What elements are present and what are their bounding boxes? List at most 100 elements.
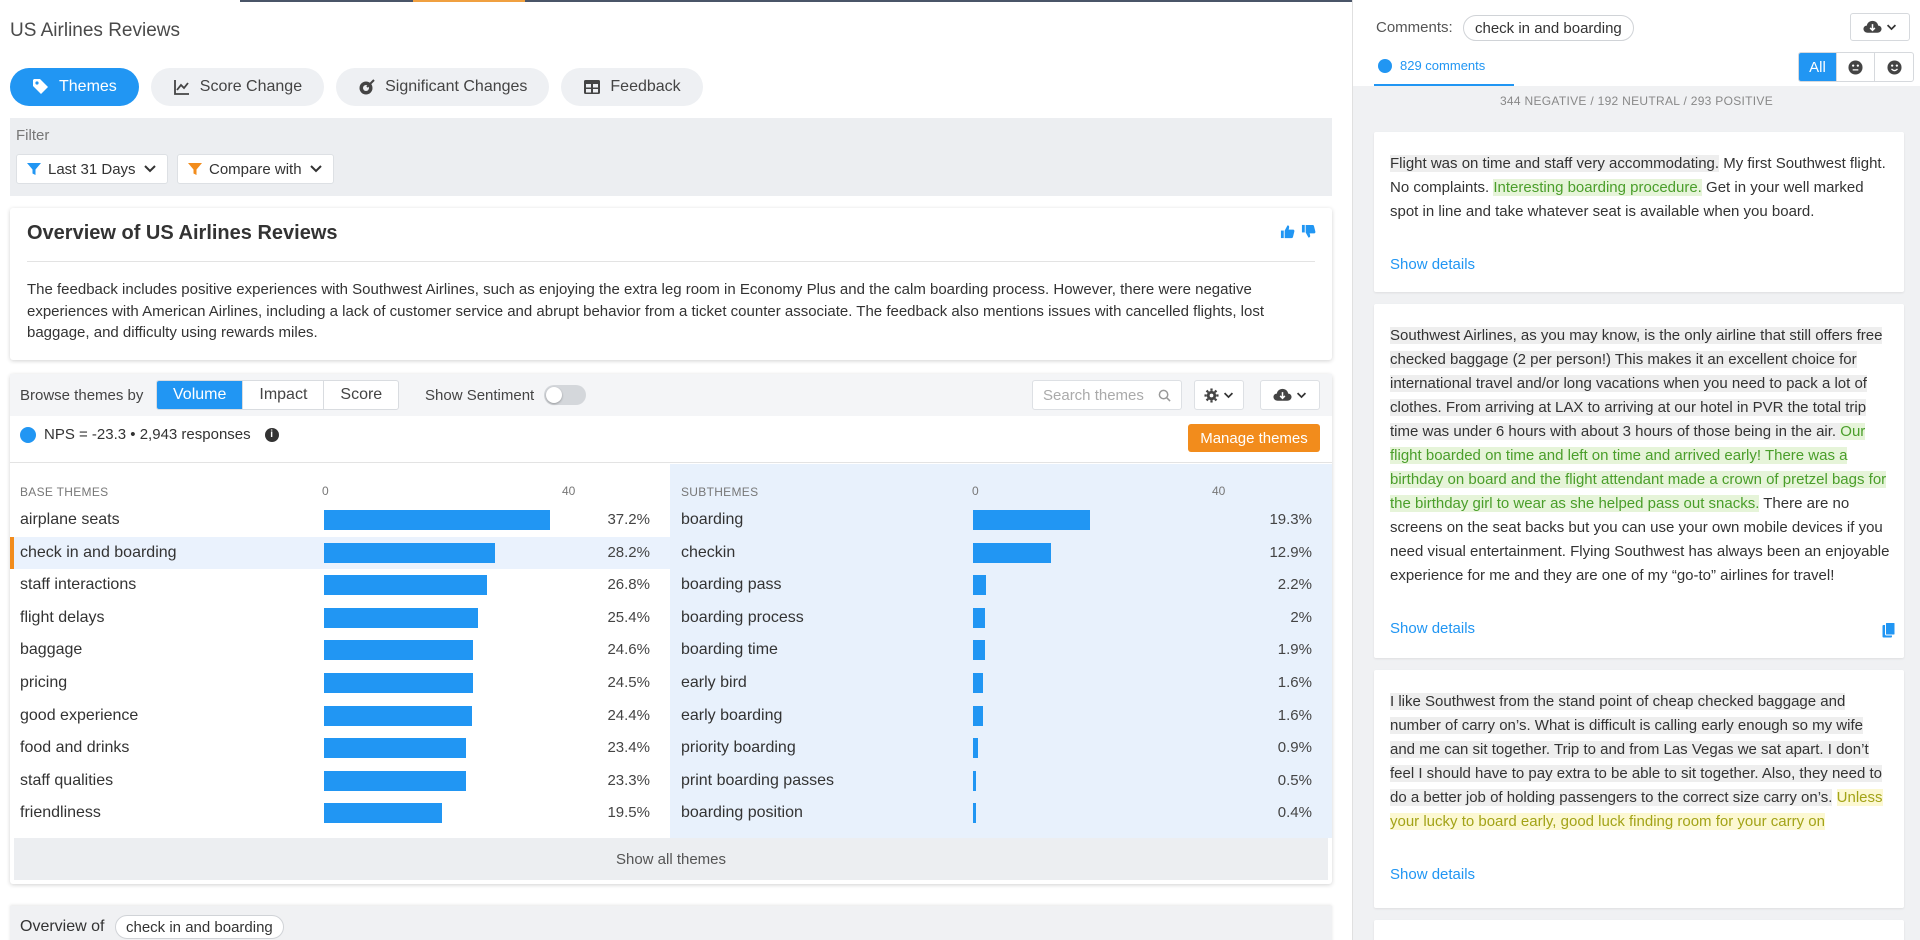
mode-score[interactable]: Score bbox=[324, 381, 398, 409]
theme-row[interactable]: checkin 12.9% bbox=[670, 537, 1332, 569]
manage-themes-button[interactable]: Manage themes bbox=[1188, 424, 1320, 452]
filter-positive[interactable] bbox=[1875, 53, 1913, 81]
show-details-link[interactable]: Show details bbox=[1390, 620, 1475, 637]
theme-percentage: 25.4% bbox=[607, 608, 650, 626]
axis-tick-0: 0 bbox=[972, 484, 979, 498]
chevron-down-icon bbox=[1886, 24, 1897, 30]
table-icon bbox=[584, 80, 601, 94]
thumbs-up-icon[interactable] bbox=[1280, 224, 1295, 239]
theme-row[interactable]: baggage 24.6% bbox=[10, 634, 670, 666]
theme-row[interactable]: flight delays 25.4% bbox=[10, 602, 670, 634]
copy-icon[interactable] bbox=[1882, 622, 1896, 638]
count-dot bbox=[1378, 58, 1392, 73]
comment-segment-neutral: Flight was on time and staff very accomm… bbox=[1390, 155, 1720, 172]
compare-dropdown[interactable]: Compare with bbox=[177, 154, 334, 184]
app-title: US Airlines Reviews bbox=[10, 20, 180, 41]
theme-row[interactable]: boarding time 1.9% bbox=[670, 634, 1332, 666]
comment-segment-neutral: Southwest Airlines, as you may know, is … bbox=[1390, 327, 1883, 440]
theme-row[interactable]: check in and boarding 28.2% bbox=[10, 536, 670, 569]
filter-neutral[interactable] bbox=[1837, 53, 1875, 81]
theme-row[interactable]: boarding pass 2.2% bbox=[670, 569, 1332, 601]
tab-label: Feedback bbox=[610, 78, 681, 95]
tab-score-change[interactable]: Score Change bbox=[150, 68, 325, 106]
theme-row[interactable]: priority boarding 0.9% bbox=[670, 732, 1332, 764]
overview-summary: The feedback includes positive experienc… bbox=[27, 281, 1265, 341]
theme-bar bbox=[324, 705, 473, 726]
theme-row[interactable]: staff qualities 23.3% bbox=[10, 765, 670, 797]
line-chart-icon bbox=[173, 80, 189, 95]
comments-export-dropdown[interactable] bbox=[1850, 13, 1910, 41]
date-range-value: Last 31 Days bbox=[48, 160, 136, 178]
theme-percentage: 19.3% bbox=[1269, 511, 1312, 528]
gear-icon bbox=[1204, 387, 1219, 403]
tab-significant-changes[interactable]: Significant Changes bbox=[336, 68, 550, 106]
search-themes-input[interactable] bbox=[1043, 386, 1153, 404]
base-themes-header: BASE THEMES bbox=[20, 485, 109, 499]
theme-row[interactable]: print boarding passes 0.5% bbox=[670, 765, 1332, 797]
theme-row[interactable]: friendliness 19.5% bbox=[10, 797, 670, 829]
overview-card: Overview of US Airlines Reviews The feed… bbox=[10, 208, 1332, 360]
theme-overview-chip: check in and boarding bbox=[115, 915, 284, 939]
show-all-themes-button[interactable]: Show all themes bbox=[14, 838, 1328, 880]
theme-label: boarding bbox=[681, 511, 744, 528]
theme-row[interactable]: staff interactions 26.8% bbox=[10, 569, 670, 601]
nps-dot bbox=[20, 426, 36, 443]
mode-volume[interactable]: Volume bbox=[157, 381, 244, 409]
main-pane: US Airlines Reviews Themes Score Change … bbox=[0, 0, 1352, 940]
theme-percentage: 2.2% bbox=[1277, 576, 1312, 594]
theme-bar bbox=[973, 705, 983, 726]
show-details-link[interactable]: Show details bbox=[1390, 256, 1475, 273]
theme-row[interactable]: early boarding 1.6% bbox=[670, 700, 1332, 732]
theme-bar bbox=[973, 803, 976, 824]
theme-label: checkin bbox=[681, 543, 736, 561]
theme-overview-card: Overview of check in and boarding bbox=[10, 906, 1332, 940]
tag-icon bbox=[33, 79, 48, 94]
theme-row[interactable]: food and drinks 23.4% bbox=[10, 732, 670, 764]
date-range-dropdown[interactable]: Last 31 Days bbox=[16, 154, 168, 184]
info-icon[interactable]: i bbox=[264, 427, 279, 442]
theme-row[interactable]: boarding process 2% bbox=[670, 602, 1332, 634]
theme-label: friendliness bbox=[20, 804, 101, 822]
comments-theme-chip[interactable]: check in and boarding bbox=[1463, 15, 1634, 41]
theme-bar bbox=[973, 640, 985, 661]
filter-all[interactable]: All bbox=[1799, 53, 1837, 81]
theme-bar bbox=[324, 607, 479, 628]
comment-text: Flight was on time and staff very accomm… bbox=[1390, 152, 1890, 224]
browse-label: Browse themes by bbox=[20, 387, 144, 404]
theme-row[interactable]: early bird 1.6% bbox=[670, 667, 1332, 699]
show-sentiment-toggle[interactable] bbox=[544, 385, 586, 405]
theme-percentage: 12.9% bbox=[1269, 543, 1312, 561]
theme-percentage: 24.5% bbox=[607, 674, 650, 691]
theme-row[interactable]: good experience 24.4% bbox=[10, 700, 670, 732]
export-dropdown[interactable] bbox=[1260, 380, 1320, 410]
show-details-link[interactable]: Show details bbox=[1390, 866, 1475, 883]
tab-label: Significant Changes bbox=[385, 78, 528, 95]
theme-row[interactable]: pricing 24.5% bbox=[10, 667, 670, 699]
tab-feedback[interactable]: Feedback bbox=[561, 68, 703, 106]
search-icon bbox=[1158, 389, 1171, 402]
theme-percentage: 2% bbox=[1290, 608, 1312, 626]
theme-percentage: 1.9% bbox=[1277, 641, 1312, 659]
theme-label: good experience bbox=[20, 706, 139, 724]
subthemes-header: SUBTHEMES bbox=[681, 485, 759, 499]
theme-row[interactable]: airplane seats 37.2% bbox=[10, 504, 670, 536]
settings-dropdown[interactable] bbox=[1194, 380, 1244, 410]
theme-label: airplane seats bbox=[20, 511, 120, 528]
theme-percentage: 23.4% bbox=[607, 739, 650, 757]
tab-underline bbox=[1374, 84, 1514, 86]
theme-bar bbox=[324, 673, 473, 693]
comments-count: 829 comments bbox=[1400, 58, 1486, 73]
show-sentiment-label: Show Sentiment bbox=[425, 387, 535, 404]
mode-impact[interactable]: Impact bbox=[243, 381, 325, 409]
comment-card: Flight was on time and staff very accomm… bbox=[1374, 132, 1904, 292]
theme-row[interactable]: boarding 19.3% bbox=[670, 504, 1332, 536]
chevron-down-icon bbox=[309, 165, 322, 173]
theme-search[interactable] bbox=[1032, 380, 1182, 410]
theme-row[interactable]: boarding position 0.4% bbox=[670, 797, 1332, 829]
thumbs-down-icon[interactable] bbox=[1301, 224, 1316, 239]
comments-count-tab[interactable]: 829 comments bbox=[1378, 58, 1485, 73]
tab-themes[interactable]: Themes bbox=[10, 68, 139, 106]
sentiment-filter: All bbox=[1798, 52, 1914, 82]
theme-percentage: 1.6% bbox=[1277, 706, 1312, 724]
theme-bar bbox=[973, 673, 983, 693]
